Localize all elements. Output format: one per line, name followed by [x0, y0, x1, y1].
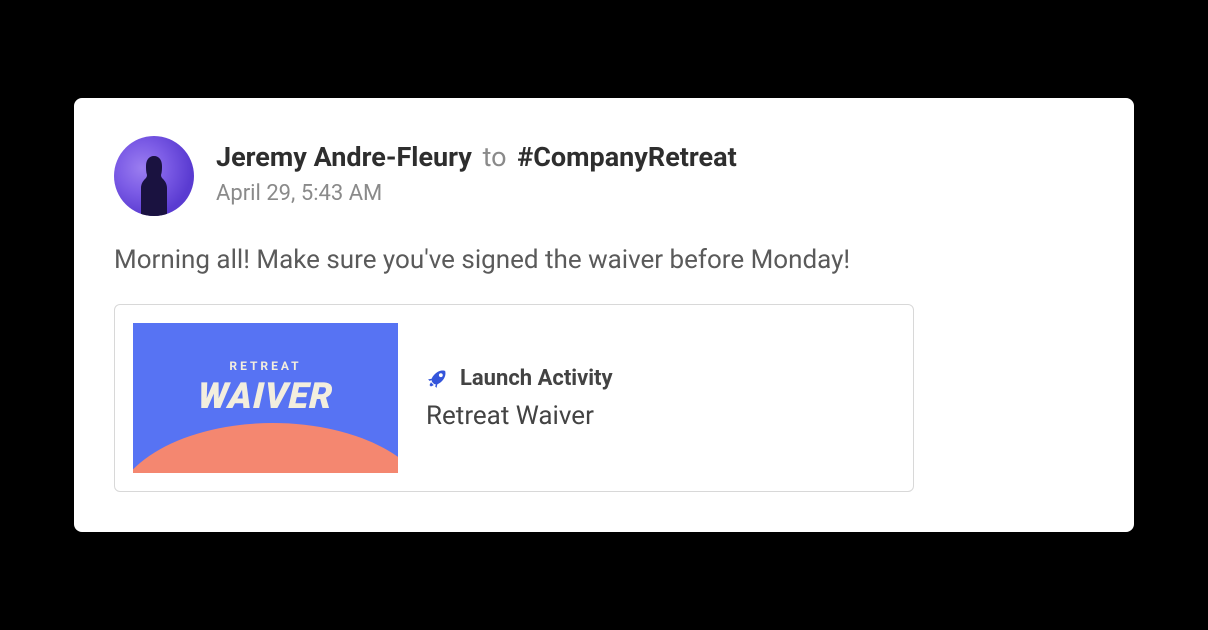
timestamp: April 29, 5:43 AM	[216, 181, 737, 206]
launch-label: Launch Activity	[460, 366, 613, 391]
thumbnail-title: WAIVER	[133, 375, 398, 417]
rocket-icon	[426, 366, 450, 390]
header-text: Jeremy Andre-Fleury to #CompanyRetreat A…	[216, 136, 737, 206]
attachment-thumbnail: RETREAT WAIVER	[133, 323, 398, 473]
attachment-card[interactable]: RETREAT WAIVER Launch Activity Retreat W…	[114, 304, 914, 492]
title-line: Jeremy Andre-Fleury to #CompanyRetreat	[216, 140, 737, 175]
thumbnail-subtitle: RETREAT	[133, 359, 398, 373]
avatar[interactable]	[114, 136, 194, 216]
attachment-title: Retreat Waiver	[426, 401, 613, 431]
message-body: Morning all! Make sure you've signed the…	[114, 242, 1094, 278]
message-card: Jeremy Andre-Fleury to #CompanyRetreat A…	[74, 98, 1134, 532]
avatar-silhouette-icon	[129, 154, 179, 216]
message-header: Jeremy Andre-Fleury to #CompanyRetreat A…	[114, 136, 1094, 216]
thumbnail-wave-decoration	[133, 423, 398, 473]
author-name[interactable]: Jeremy Andre-Fleury	[216, 141, 472, 173]
to-word: to	[483, 141, 507, 173]
attachment-info: Launch Activity Retreat Waiver	[426, 366, 613, 431]
thumbnail-text: RETREAT WAIVER	[133, 359, 398, 417]
channel-name[interactable]: #CompanyRetreat	[517, 141, 736, 173]
launch-row: Launch Activity	[426, 366, 613, 391]
